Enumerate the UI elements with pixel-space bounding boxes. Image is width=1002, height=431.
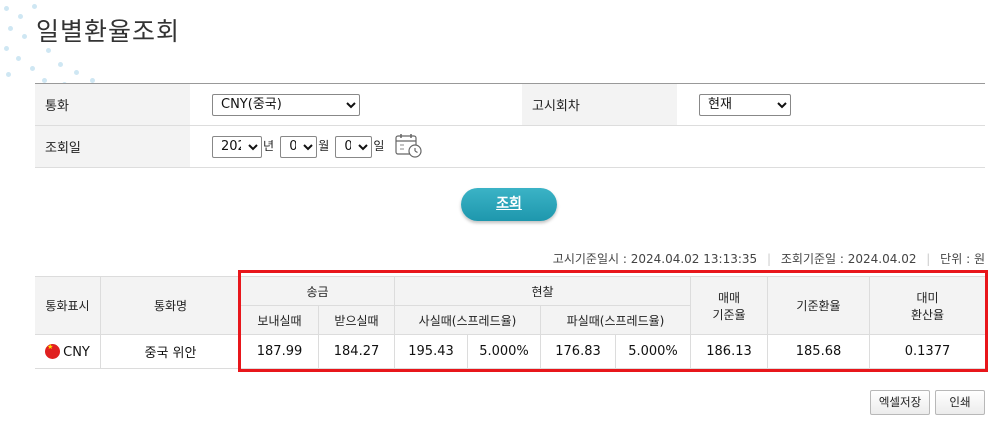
month-select[interactable]: 04 — [280, 135, 318, 158]
currency-select[interactable]: CNY(중국) — [212, 93, 360, 116]
notice-time-label: 고시기준일시 : — [552, 252, 627, 266]
meta-info: 고시기준일시 : 2024.04.02 13:13:35 | 조회기준일 : 2… — [553, 250, 985, 267]
cell-send: 187.99 — [240, 334, 319, 369]
print-button[interactable]: 인쇄 — [935, 390, 985, 415]
table-row: CNY 중국 위안 187.99 184.27 195.43 5.000% 17… — [35, 334, 985, 369]
divider: | — [766, 252, 772, 266]
china-flag-icon — [45, 343, 61, 359]
col-usd-rate: 대미 환산율 — [869, 276, 985, 335]
cell-currency-code: CNY — [35, 334, 101, 369]
col-usd-rate-line2: 환산율 — [910, 307, 945, 322]
divider: | — [926, 252, 931, 266]
notice-time: 2024.04.02 13:13:35 — [630, 252, 758, 266]
cell-cash-sell-spread: 5.000% — [615, 334, 691, 369]
year-unit: 년 — [263, 139, 275, 153]
query-button[interactable]: 조회 — [461, 188, 557, 221]
cell-trade-base: 186.13 — [690, 334, 768, 369]
col-currency-code: 통화표시 — [35, 276, 101, 335]
cell-receive: 184.27 — [318, 334, 395, 369]
cell-currency-name: 중국 위안 — [100, 334, 241, 369]
cell-cash-buy: 195.43 — [394, 334, 468, 369]
round-select[interactable]: 현재 — [699, 93, 791, 116]
query-date: 2024.04.02 — [847, 252, 917, 266]
col-currency-name: 통화명 — [100, 276, 241, 335]
page-title: 일별환율조회 — [36, 17, 181, 46]
col-base-rate: 기준환율 — [767, 276, 870, 335]
col-trade-base-line2: 기준율 — [712, 307, 746, 322]
col-trade-base: 매매 기준율 — [690, 276, 768, 335]
excel-save-button[interactable]: 엑셀저장 — [870, 390, 930, 415]
col-cash: 현찰 — [394, 276, 691, 306]
cell-usd-rate: 0.1377 — [869, 334, 985, 369]
cell-base-rate: 185.68 — [767, 334, 870, 369]
unit-value: 원 — [973, 252, 985, 266]
day-select[interactable]: 02 — [335, 135, 373, 158]
year-select[interactable]: 2024 — [212, 135, 262, 158]
col-cash-sell: 파실때(스프레드율) — [540, 305, 691, 335]
date-label: 조회일 — [35, 125, 190, 168]
col-cash-buy: 사실때(스프레드율) — [394, 305, 541, 335]
rate-table: 통화표시 통화명 송금 현찰 매매 기준율 기준환율 대미 환산율 보내실때 받… — [35, 276, 985, 369]
round-label: 고시회차 — [522, 83, 677, 126]
col-remit: 송금 — [240, 276, 395, 306]
currency-label: 통화 — [35, 83, 190, 126]
calendar-icon[interactable] — [394, 132, 423, 162]
unit-label: 단위 : — [940, 252, 971, 266]
cell-cash-sell: 176.83 — [540, 334, 616, 369]
col-send: 보내실때 — [240, 305, 319, 335]
day-unit: 일 — [373, 139, 385, 153]
cell-cash-buy-spread: 5.000% — [467, 334, 541, 369]
search-form: 통화 CNY(중국) 고시회차 현재 조회일 2024 년 04 월 02 일 — [35, 83, 985, 168]
month-unit: 월 — [318, 139, 330, 153]
col-receive: 받으실때 — [318, 305, 395, 335]
col-usd-rate-line1: 대미 — [916, 290, 939, 305]
col-trade-base-line1: 매매 — [717, 290, 741, 305]
query-date-label: 조회기준일 : — [780, 252, 844, 266]
